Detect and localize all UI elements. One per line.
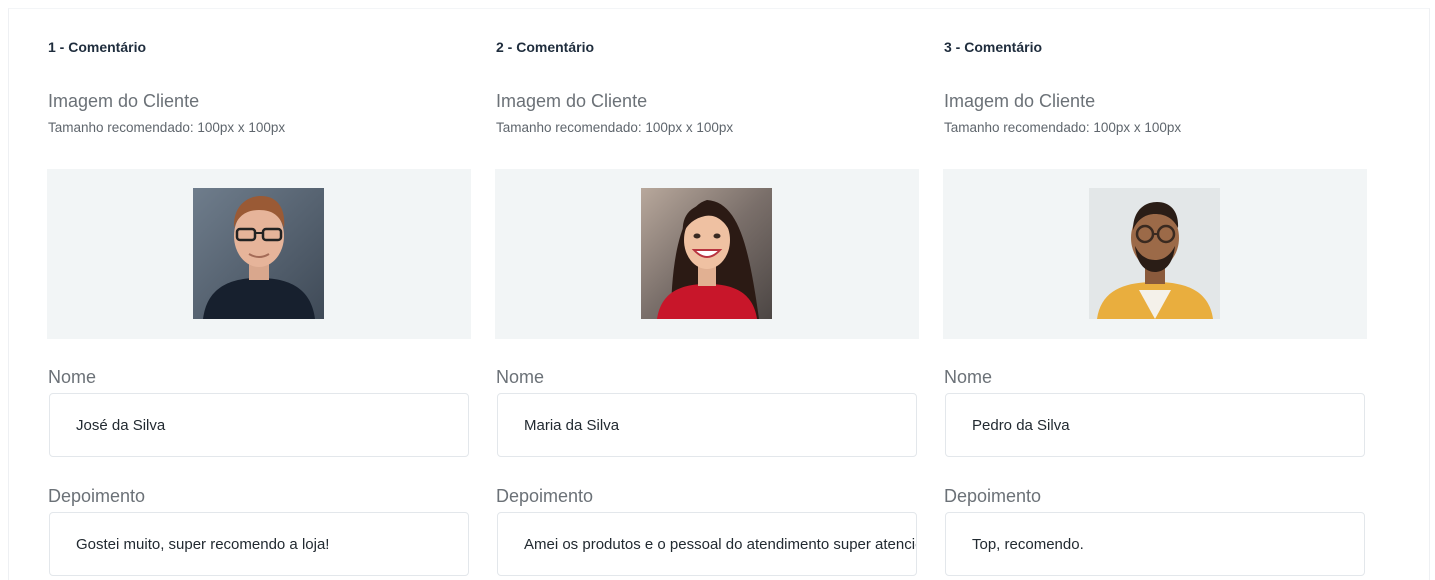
name-input[interactable] [497,393,917,457]
client-photo-avatar [641,188,772,319]
testimonial-label: Depoimento [944,486,1042,506]
testimonial-label: Depoimento [496,486,594,506]
page: 1 - Comentário Imagem do Cliente Tamanho… [0,0,1435,580]
testimonial-input[interactable] [497,512,917,576]
client-image-upload[interactable] [47,169,471,339]
testimonials-card: 1 - Comentário Imagem do Cliente Tamanho… [8,8,1430,580]
image-size-hint: Tamanho recomendado: 100px x 100px [944,120,1182,135]
testimonial-label: Depoimento [48,486,146,506]
name-label: Nome [944,367,993,387]
testimonial-input[interactable] [945,512,1365,576]
name-input[interactable] [49,393,469,457]
comment-title: 1 - Comentário [48,39,147,55]
client-photo-avatar [1089,188,1220,319]
image-size-hint: Tamanho recomendado: 100px x 100px [48,120,286,135]
image-size-hint: Tamanho recomendado: 100px x 100px [496,120,734,135]
image-label: Imagem do Cliente [944,91,1096,111]
client-photo-avatar [193,188,324,319]
image-label: Imagem do Cliente [48,91,200,111]
comment-title: 2 - Comentário [496,39,595,55]
client-image-upload[interactable] [495,169,919,339]
client-image-upload[interactable] [943,169,1367,339]
name-label: Nome [496,367,545,387]
comment-title: 3 - Comentário [944,39,1043,55]
name-label: Nome [48,367,97,387]
image-label: Imagem do Cliente [496,91,648,111]
testimonial-input[interactable] [49,512,469,576]
name-input[interactable] [945,393,1365,457]
